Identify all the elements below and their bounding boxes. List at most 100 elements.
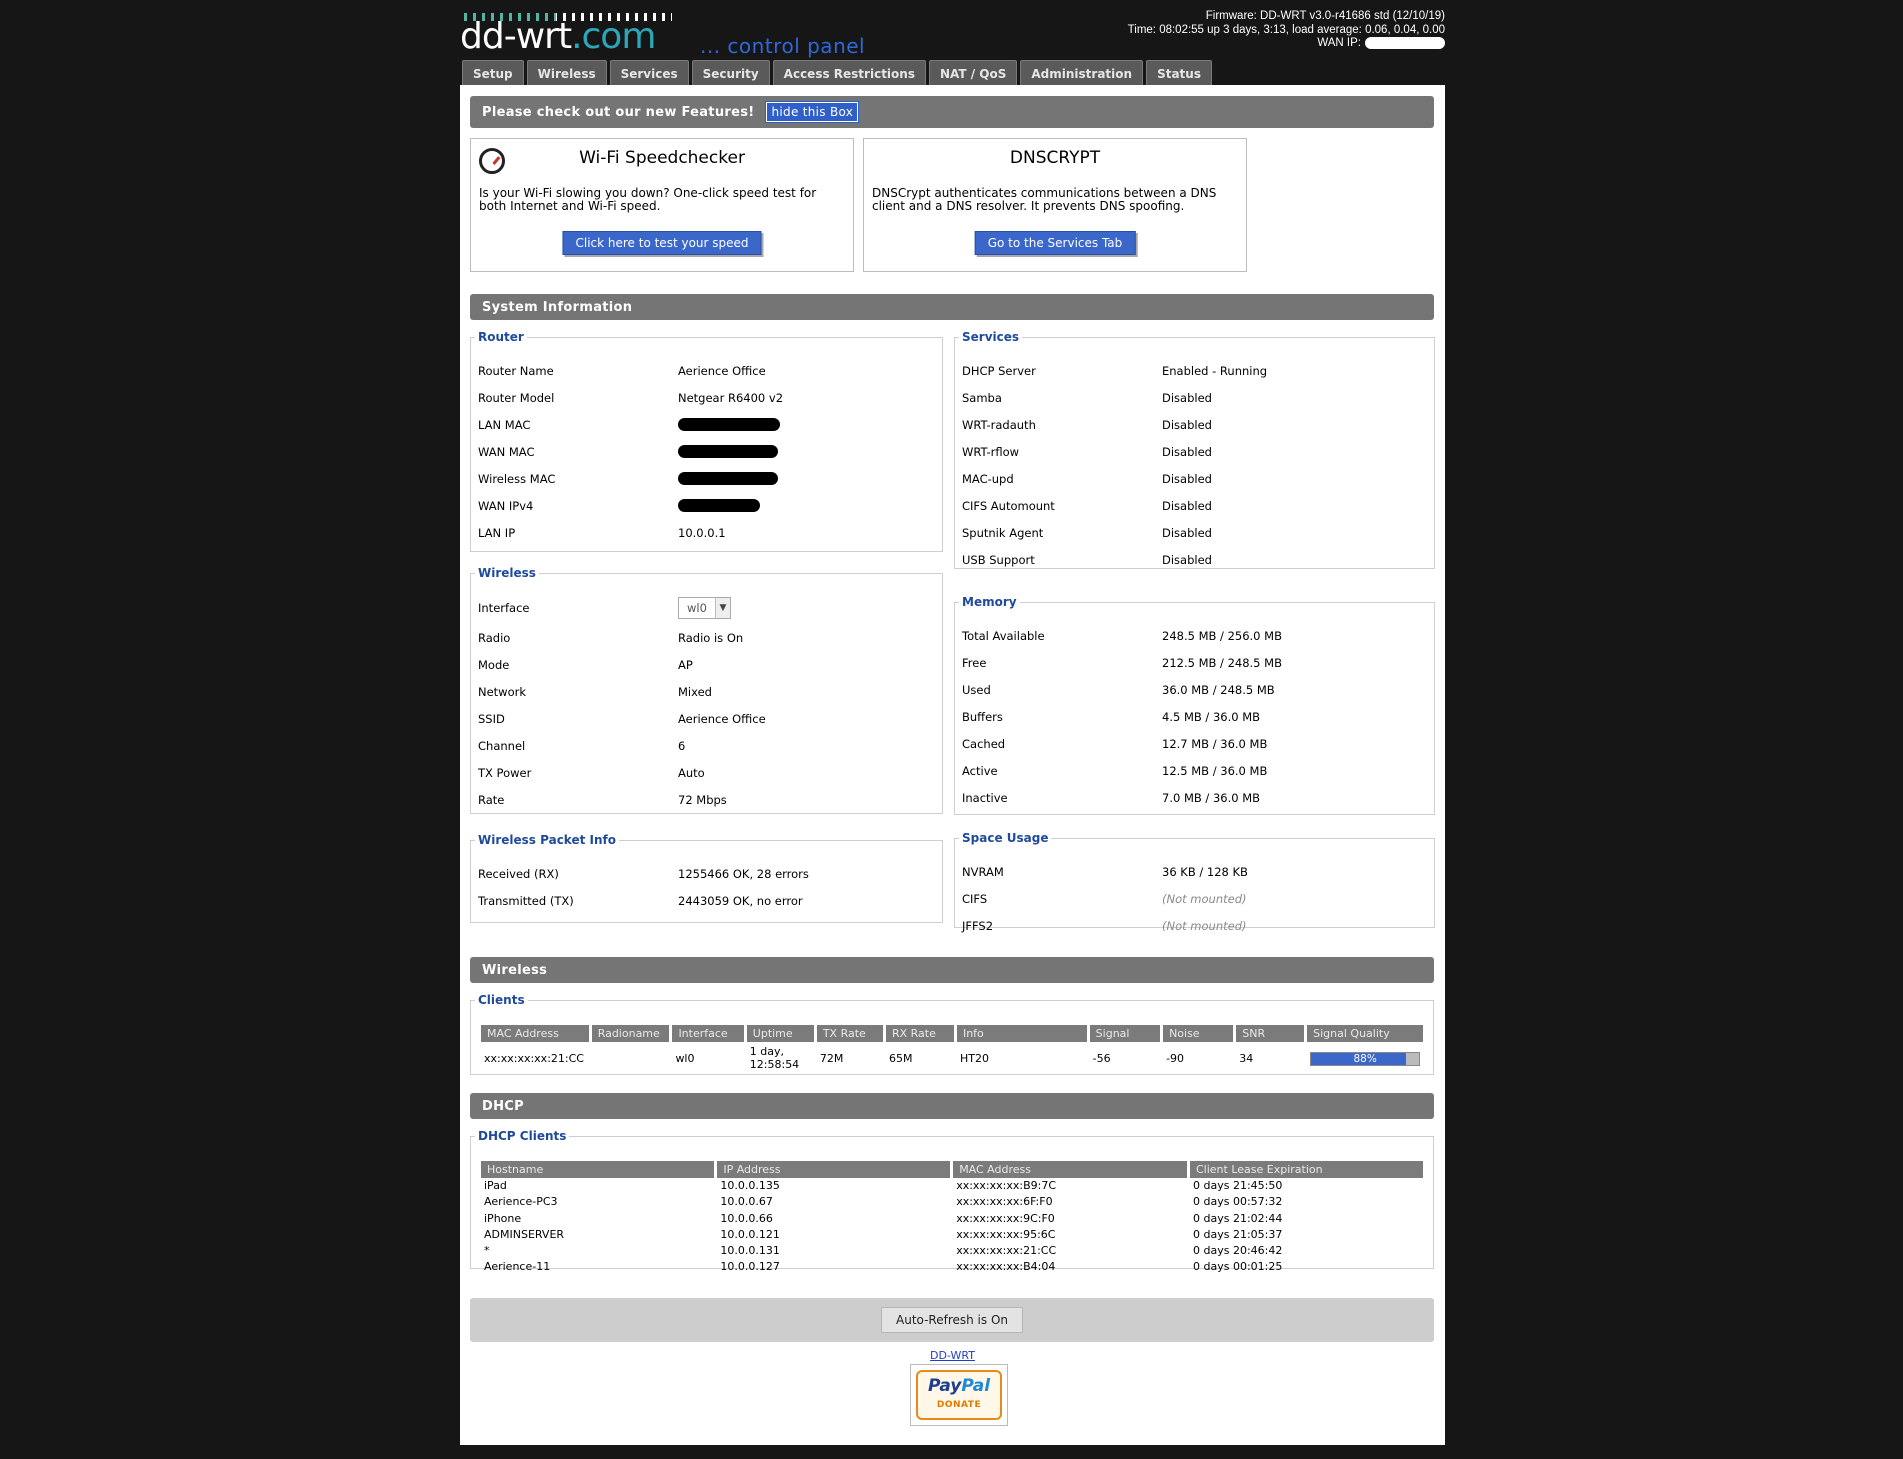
services-tab-button[interactable]: Go to the Services Tab (974, 231, 1136, 255)
service-status: Disabled (1162, 499, 1212, 513)
firmware-info: Firmware: DD-WRT v3.0-r41686 std (12/10/… (1205, 10, 1445, 22)
interface-select[interactable]: wl0 ▼ (678, 597, 731, 619)
memory-label: Free (962, 656, 987, 670)
tab-administration[interactable]: Administration (1020, 60, 1144, 86)
wireless-label: Rate (478, 793, 505, 807)
service-status: Disabled (1162, 391, 1212, 405)
service-label: DHCP Server (962, 364, 1036, 378)
page-wrapper: dd-wrt.com ... control panel Firmware: D… (460, 0, 1445, 1445)
client-uptime-line: 12:58:54 (749, 1058, 800, 1071)
wireless-value: 6 (678, 739, 686, 753)
wan-ip-info: WAN IP: (1128, 37, 1445, 51)
client-tx-rate: 72M (819, 1052, 844, 1065)
service-status: Disabled (1162, 445, 1212, 459)
dhcp-clients-legend: DHCP Clients (478, 1129, 567, 1143)
dhcp-hostname: iPhone (484, 1211, 522, 1225)
wireless-label: Radio (478, 631, 511, 645)
lan-ip-label: LAN IP (478, 526, 516, 540)
client-rx-rate: 65M (888, 1052, 913, 1065)
memory-label: Used (962, 683, 991, 697)
header: dd-wrt.com ... control panel Firmware: D… (460, 0, 1445, 86)
top-info: Firmware: DD-WRT v3.0-r41686 std (12/10/… (1128, 10, 1445, 51)
column-header[interactable]: MAC Address (953, 1161, 1187, 1178)
paypal-donate-button[interactable]: PayPal DONATE (910, 1364, 1008, 1426)
wireless-fieldset: Wireless Interface wl0 ▼ Radio Radio is On… (470, 566, 943, 814)
hide-box-button[interactable]: hide this Box (766, 102, 859, 122)
test-speed-button[interactable]: Click here to test your speed (562, 231, 762, 255)
router-model-value: Netgear R6400 v2 (678, 391, 784, 405)
dhcp-lease: 0 days 00:57:32 (1193, 1195, 1283, 1209)
packet-value: 1255466 OK, 28 errors (678, 867, 809, 881)
dhcp-ip: 10.0.0.127 (720, 1260, 780, 1274)
column-header[interactable]: Info (956, 1025, 1087, 1042)
dhcp-hostname: * (484, 1244, 490, 1258)
column-header[interactable]: TX Rate (816, 1025, 883, 1042)
space-label: CIFS (962, 892, 988, 906)
client-signal-quality: 88% (1307, 1042, 1423, 1071)
router-model-label: Router Model (478, 391, 555, 405)
tab-access-restrictions[interactable]: Access Restrictions (772, 60, 926, 86)
tab-services[interactable]: Services (609, 60, 689, 86)
packet-value: 2443059 OK, no error (678, 894, 803, 908)
column-header[interactable]: Client Lease Expiration (1190, 1161, 1423, 1178)
memory-label: Cached (962, 737, 1006, 751)
service-label: Sputnik Agent (962, 526, 1044, 540)
column-header[interactable]: Hostname (481, 1161, 715, 1178)
wireless-mac-redacted (678, 472, 778, 488)
column-header[interactable]: MAC Address (481, 1025, 589, 1042)
dhcp-row: Aerience-11 10.0.0.127 xx:xx:xx:xx:B4:04 0 … (481, 1259, 1423, 1275)
tab-status[interactable]: Status (1146, 60, 1212, 86)
client-mac: xx:xx:xx:xx:21:CC (484, 1052, 584, 1065)
column-header[interactable]: Uptime (746, 1025, 814, 1042)
speedchecker-box: Wi-Fi Speedchecker Is your Wi-Fi slowing… (470, 138, 854, 272)
services-legend: Services (962, 330, 1020, 344)
column-header[interactable]: Interface (672, 1025, 744, 1042)
logo[interactable]: dd-wrt.com (460, 19, 656, 55)
column-header[interactable]: IP Address (717, 1161, 951, 1178)
column-header[interactable]: SNR (1236, 1025, 1305, 1042)
dhcp-ip: 10.0.0.121 (720, 1227, 780, 1241)
column-header[interactable]: Signal Quality (1307, 1025, 1423, 1042)
dhcp-lease: 0 days 21:45:50 (1193, 1179, 1283, 1192)
packet-info-legend: Wireless Packet Info (478, 833, 616, 847)
wireless-label: SSID (478, 712, 505, 726)
interface-select-value: wl0 (687, 601, 707, 615)
dhcp-header-row: Hostname IP Address MAC Address Client L… (481, 1161, 1423, 1178)
tab-wireless[interactable]: Wireless (526, 60, 607, 86)
client-row: xx:xx:xx:xx:21:CC wl0 1 day, 12:58:54 72M… (481, 1042, 1423, 1071)
memory-label: Total Available (962, 629, 1045, 643)
paypal-donate-label: DONATE (936, 1400, 982, 1410)
packet-label: Transmitted (TX) (478, 894, 574, 908)
service-label: WRT-rflow (962, 445, 1020, 459)
tab-nat-qos[interactable]: NAT / QoS (928, 60, 1018, 86)
memory-value: 7.0 MB / 36.0 MB (1162, 791, 1261, 805)
tab-setup[interactable]: Setup (462, 60, 524, 86)
interface-select-wrap: wl0 ▼ (678, 597, 731, 619)
dhcp-lease: 0 days 00:01:25 (1193, 1260, 1283, 1274)
dhcp-hostname: Aerience-11 (484, 1260, 551, 1274)
column-header[interactable]: Radioname (591, 1025, 670, 1042)
dhcp-lease: 0 days 21:05:37 (1193, 1227, 1283, 1241)
paypal-badge: PayPal DONATE (916, 1370, 1002, 1420)
wireless-mac-label: Wireless MAC (478, 472, 556, 486)
space-value: 36 KB / 128 KB (1162, 865, 1248, 879)
column-header[interactable]: Signal (1089, 1025, 1161, 1042)
column-header[interactable]: Noise (1163, 1025, 1234, 1042)
auto-refresh-button[interactable]: Auto-Refresh is On (881, 1307, 1023, 1333)
wireless-label: Network (478, 685, 527, 699)
main-tabs: Setup Wireless Services Security Access … (462, 60, 1212, 86)
paypal-logo-pay: Pay (927, 1376, 962, 1396)
tab-security[interactable]: Security (691, 60, 770, 86)
clients-header-row: MAC Address Radioname Interface Uptime T… (481, 1025, 1423, 1042)
dhcp-ip: 10.0.0.67 (720, 1195, 773, 1209)
dhcp-ip: 10.0.0.135 (720, 1179, 780, 1192)
dnscrypt-text: DNSCrypt authenticates communications be… (872, 186, 1217, 213)
logo-control-panel: ... control panel (700, 34, 866, 58)
memory-label: Buffers (962, 710, 1003, 724)
column-header[interactable]: RX Rate (885, 1025, 954, 1042)
dhcp-clients-fieldset: DHCP Clients Hostname IP Address MAC Add… (470, 1129, 1434, 1273)
wireless-section-bar: Wireless (470, 957, 1434, 983)
ddwrt-link[interactable]: DD-WRT (460, 1349, 1445, 1362)
clients-fieldset: Clients MAC Address Radioname Interface … (470, 993, 1434, 1075)
service-status: Enabled - Running (1162, 364, 1268, 378)
